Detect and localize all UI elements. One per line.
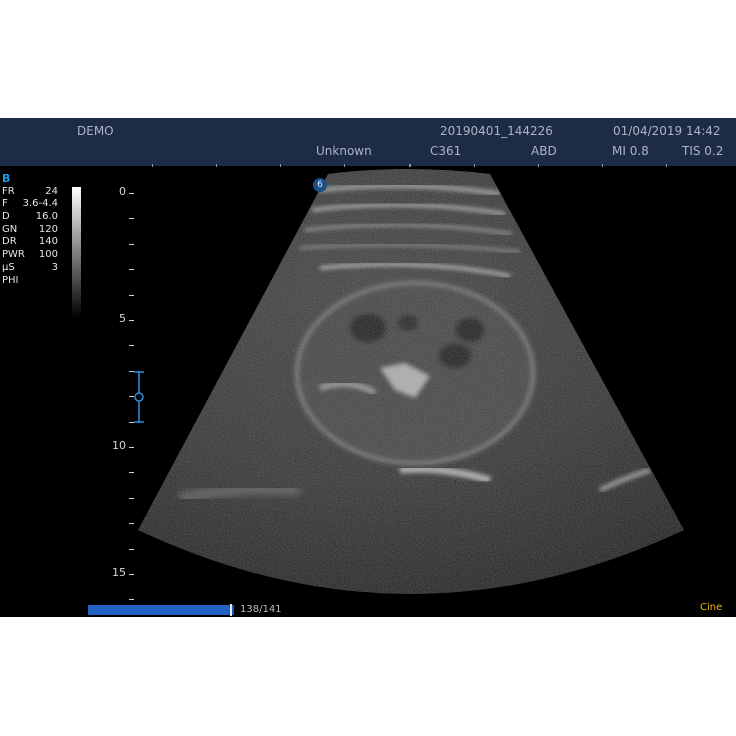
depth-label: 5: [119, 312, 126, 325]
depth-tick: [129, 345, 134, 347]
depth-tick: [129, 294, 134, 296]
depth-tick: [129, 218, 134, 220]
depth-tick: [129, 447, 134, 448]
depth-label: 15: [112, 566, 126, 579]
depth-tick: [129, 243, 134, 245]
cine-progress-handle[interactable]: [229, 604, 232, 616]
depth-tick: [129, 523, 134, 525]
depth-tick: [129, 269, 134, 271]
mode-label: B: [2, 172, 11, 185]
depth-tick: [129, 193, 134, 194]
param-row: FR 24: [2, 185, 58, 197]
exam-id: 20190401_144226: [440, 124, 553, 138]
cine-label: Cine: [700, 602, 723, 613]
cine-progress-fill: [88, 605, 231, 615]
depth-tick: [129, 320, 134, 321]
depth-tick: [129, 548, 134, 550]
ultrasound-screen: DEMO 20190401_144226 01/04/2019 14:42 Un…: [0, 118, 736, 617]
cine-progress-bar[interactable]: [88, 604, 234, 616]
patient-name: Unknown: [316, 144, 372, 158]
param-row: GN 120: [2, 223, 58, 235]
param-row: DR 140: [2, 236, 58, 248]
exam-datetime: 01/04/2019 14:42: [613, 124, 721, 138]
imaging-parameters: B FR 24 F 3.6-4.4 D 16.0 GN 120 DR 140 PWR 100…: [2, 172, 58, 287]
depth-tick: [129, 497, 134, 499]
param-row: F 3.6-4.4: [2, 198, 58, 210]
probe-orientation-icon: 6: [313, 178, 327, 192]
lateral-scale: [0, 164, 736, 167]
mechanical-index: MI 0.8: [612, 144, 649, 158]
depth-tick: [129, 599, 134, 601]
thermal-index: TIS 0.2: [682, 144, 724, 158]
param-row: PHI: [2, 274, 19, 286]
operator-name: DEMO: [77, 124, 114, 138]
param-row: µS 3: [2, 261, 58, 273]
depth-tick: [129, 574, 134, 575]
depth-label: 0: [119, 185, 126, 198]
depth-tick: [129, 472, 134, 474]
param-row: PWR 100: [2, 249, 58, 261]
preset-name: ABD: [531, 144, 557, 158]
focus-marker-icon[interactable]: [131, 371, 147, 423]
header-bar: DEMO 20190401_144226 01/04/2019 14:42 Un…: [0, 118, 736, 167]
depth-label: 10: [112, 439, 126, 452]
probe-name: C361: [430, 144, 462, 158]
grayscale-bar: [72, 187, 81, 318]
param-row: D 16.0: [2, 211, 58, 223]
frame-counter: 138/141: [240, 604, 282, 615]
